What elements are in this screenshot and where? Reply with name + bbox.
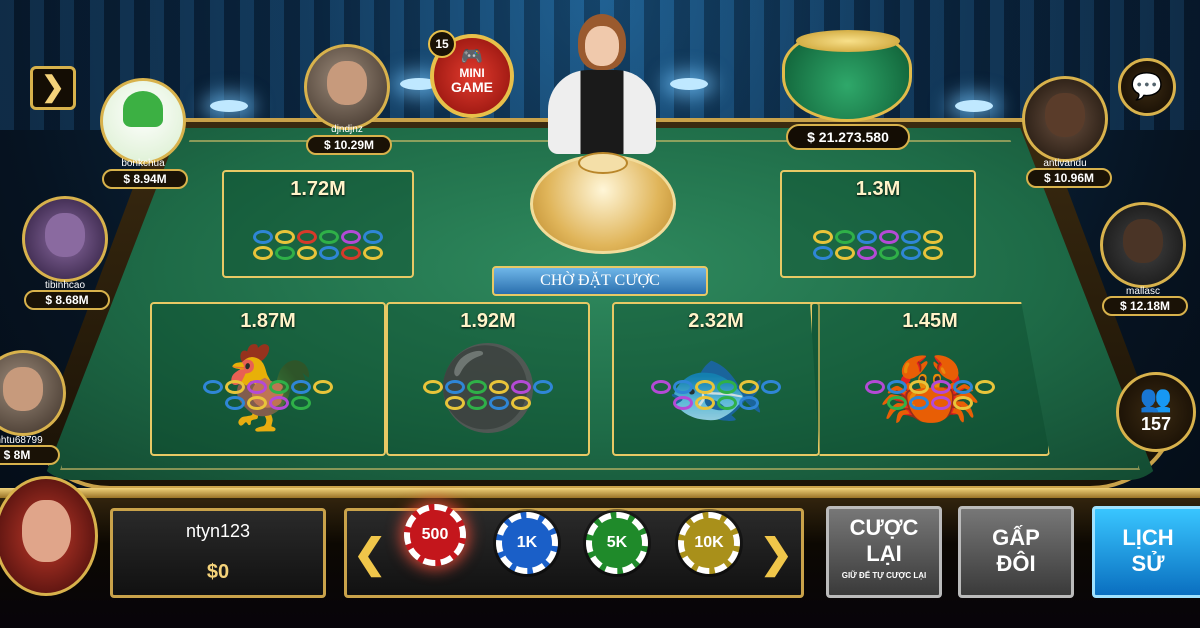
bet-pot[interactable]: 1.72M	[222, 170, 414, 278]
user-info-panel: ntyn123 $0	[110, 508, 326, 598]
double-label-1: GẤP	[992, 525, 1040, 550]
chip-next-button[interactable]: ❯	[759, 531, 793, 577]
pot-value: 2.32M	[688, 310, 744, 332]
history-label-1: LỊCH	[1122, 525, 1174, 550]
player-balance: $ 8.68M	[24, 290, 110, 310]
player-name: djndjnz	[331, 124, 363, 135]
chip-prev-button[interactable]: ❮	[353, 531, 387, 577]
player-avatar[interactable]	[1100, 202, 1186, 288]
player-balance: $ 8M	[0, 445, 60, 465]
users-icon: 👥	[1139, 383, 1173, 413]
spotlight	[670, 78, 708, 90]
online-players-button[interactable]: 👥 157	[1116, 372, 1196, 452]
chip-pile	[243, 230, 393, 260]
history-label-2: SỬ	[1131, 551, 1165, 576]
player-name: bonkchua	[121, 158, 165, 169]
chip-500[interactable]: 500	[404, 504, 466, 566]
pot-value: 1.3M	[855, 178, 901, 200]
mini-game-badge: 15	[428, 30, 456, 58]
rebet-label-1: CƯỢC	[849, 515, 919, 540]
chevron-left-icon: ❮	[353, 532, 387, 576]
mini-game-label-2: GAME	[451, 79, 493, 95]
pot-value: 1.92M	[460, 310, 516, 332]
chevron-right-icon: ❯	[759, 532, 793, 576]
spotlight	[955, 100, 993, 112]
jackpot-gold	[796, 30, 900, 52]
spotlight	[210, 100, 248, 112]
double-button[interactable]: GẤP ĐÔI	[958, 506, 1074, 598]
player-avatar[interactable]	[304, 44, 390, 130]
player-balance: $ 8.94M	[102, 169, 188, 189]
player-avatar[interactable]	[22, 196, 108, 282]
history-button[interactable]: LỊCH SỬ	[1092, 506, 1200, 598]
double-label-2: ĐÔI	[996, 551, 1036, 576]
dealer	[540, 14, 664, 154]
user-balance: $0	[206, 561, 230, 583]
pot-value: 1.87M	[240, 310, 296, 332]
chip-1k[interactable]: 1K	[496, 512, 558, 574]
player-avatar[interactable]	[1022, 76, 1108, 162]
bet-pot-fish[interactable]: 2.32M 🐟	[612, 302, 820, 456]
player-avatar[interactable]	[100, 78, 186, 164]
jackpot-amount: $ 21.273.580	[786, 124, 910, 150]
chip-pile	[198, 380, 338, 410]
chevron-right-icon: ❯	[41, 71, 65, 102]
pot-value: 1.45M	[902, 310, 958, 332]
chat-button[interactable]: 💬	[1118, 58, 1176, 116]
dealer-face	[585, 26, 619, 66]
dice-bowl-lid	[578, 152, 628, 174]
menu-button[interactable]: ❯	[30, 66, 76, 110]
bet-pot[interactable]: 1.3M	[780, 170, 976, 278]
bet-pot-gourd[interactable]: 1.92M ⚫	[386, 302, 590, 456]
user-name: ntyn123	[185, 521, 251, 541]
bet-pot-rooster[interactable]: 1.87M 🐓	[150, 302, 386, 456]
chip-5k[interactable]: 5K	[586, 512, 648, 574]
gold-rail	[0, 488, 1200, 498]
bet-pot-crab[interactable]: 1.45M 🦀	[810, 302, 1050, 456]
player-balance: $ 12.18M	[1102, 296, 1188, 316]
chip-pile	[418, 380, 558, 410]
chip-pile	[860, 380, 1000, 410]
rebet-sublabel: GIỮ ĐỂ TỰ CƯỢC LẠI	[841, 571, 927, 580]
game-stage: ❯ 🎮 MINI GAME 15 CHỜ ĐẶT CƯỢC $ 21.273.5…	[0, 0, 1200, 628]
chip-pile	[803, 230, 953, 260]
pot-value: 1.72M	[290, 178, 346, 200]
chip-10k[interactable]: 10K	[678, 512, 740, 574]
player-balance: $ 10.96M	[1026, 168, 1112, 188]
chip-pile	[646, 380, 786, 410]
player-balance: $ 10.29M	[306, 135, 392, 155]
status-banner: CHỜ ĐẶT CƯỢC	[492, 266, 708, 296]
chat-bubble-icon: 💬	[1130, 71, 1164, 101]
rebet-label-2: LẠI	[866, 541, 902, 566]
dealer-body	[548, 70, 656, 154]
rebet-button[interactable]: CƯỢC LẠI GIỮ ĐỂ TỰ CƯỢC LẠI	[826, 506, 942, 598]
online-count: 157	[1140, 414, 1172, 434]
